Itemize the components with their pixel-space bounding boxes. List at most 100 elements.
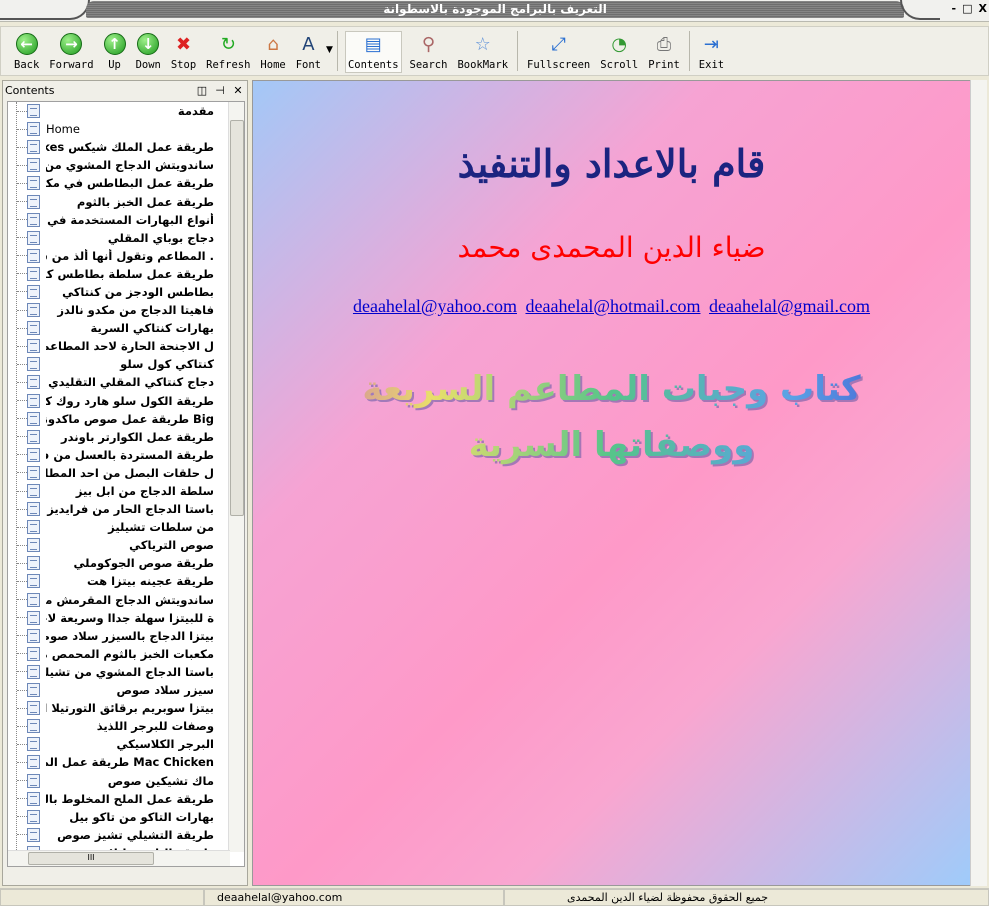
tree-item[interactable]: طريقة عمل البطاطس في مكدونلدز bbox=[8, 174, 244, 192]
document-icon bbox=[27, 773, 40, 788]
tree-item[interactable]: البرجر الكلاسيكي bbox=[8, 735, 244, 753]
tree-item-label: Mac Chicken طريقة عمل الماك تشيكن bbox=[46, 755, 214, 770]
search-button[interactable]: ⚲ Search bbox=[408, 31, 450, 73]
tree-item[interactable]: ساندويتش الدجاج المقرمش مع الجبن bbox=[8, 591, 244, 609]
tree-item[interactable]: بهارات التاكو من تاكو بيل bbox=[8, 808, 244, 826]
minimize-button[interactable]: - bbox=[952, 2, 957, 15]
tree-item[interactable]: من سلطات تشيليز bbox=[8, 518, 244, 536]
close-pane-button[interactable]: ✕ bbox=[229, 84, 247, 97]
arrow-up-icon: ↑ bbox=[103, 33, 126, 55]
email-link-gmail[interactable]: deaahelal@gmail.com bbox=[709, 296, 870, 316]
tree-item[interactable]: Home bbox=[8, 120, 244, 138]
font-dropdown-arrow-icon[interactable]: ▼ bbox=[326, 45, 333, 55]
tree-item-label: طريقة التشيلي تشيز صوص bbox=[57, 827, 214, 842]
document-icon bbox=[27, 248, 40, 263]
bookmark-button[interactable]: ☆ BookMark bbox=[455, 31, 510, 73]
tree-item-label: باستا الدجاج المشوي من تشيليز bbox=[46, 664, 214, 679]
document-icon bbox=[27, 628, 40, 643]
tree-item[interactable]: ماك تشيكين صوص bbox=[8, 771, 244, 789]
tree-item[interactable]: وصفات للبرجر اللذيذ bbox=[8, 717, 244, 735]
tree-item[interactable]: طريقة الكول سلو هارد روك كافيه bbox=[8, 392, 244, 410]
tree-item[interactable]: طريقة صوص الجوكوملي bbox=[8, 554, 244, 572]
tree-item[interactable]: فاهيتا الدجاج من مكدو نالدز bbox=[8, 301, 244, 319]
tree-item-label: طريقة عمل الخبز بالثوم bbox=[76, 194, 214, 209]
tree-item[interactable]: طريقة عمل الخبز بالثوم bbox=[8, 192, 244, 210]
tree-item[interactable]: بيتزا الدجاج بالسيزر سلاد صوص bbox=[8, 627, 244, 645]
document-icon bbox=[27, 176, 40, 191]
tree-item[interactable]: مكعبات الخبز بالثوم المحمص من بيتزاهت bbox=[8, 645, 244, 663]
back-button[interactable]: ← Back bbox=[12, 31, 41, 73]
tree-item[interactable]: مقدمة bbox=[8, 102, 244, 120]
content-scrollbar[interactable] bbox=[970, 80, 987, 886]
tree-item[interactable]: . المطاعم وتقول أنها ألذ من سلطة كنتاكي bbox=[8, 247, 244, 265]
tree-item[interactable]: باستا الدجاج المشوي من تشيليز bbox=[8, 663, 244, 681]
down-button[interactable]: ↓ Down bbox=[134, 31, 163, 73]
document-icon bbox=[27, 429, 40, 444]
email-link-yahoo[interactable]: deaahelal@yahoo.com bbox=[353, 296, 517, 316]
print-button[interactable]: ⎙ Print bbox=[646, 31, 682, 73]
tree-item-label: ل حلقات البصل من احد المطاعم المشهورة bbox=[46, 465, 214, 480]
tree-item[interactable]: بيتزا سوبريم برقائق التورتيلا المكسيكية bbox=[8, 699, 244, 717]
author-name: ضياء الدين المحمدى محمد bbox=[457, 231, 766, 264]
tree-item[interactable]: ة للبيتزا سهلة جداا وسريعة لاحد المطاعم bbox=[8, 609, 244, 627]
document-icon bbox=[27, 827, 40, 842]
tree-item[interactable]: ل حلقات البصل من احد المطاعم المشهورة bbox=[8, 464, 244, 482]
document-icon bbox=[27, 321, 40, 336]
home-button[interactable]: ⌂ Home bbox=[258, 31, 287, 73]
refresh-button[interactable]: ↻ Refresh bbox=[204, 31, 252, 73]
tree-item[interactable]: دجاج كنتاكي المقلي التقليدي bbox=[8, 373, 244, 391]
tree-item[interactable]: ل الاجنحة الحارة لاحد المطاعم المشهورة bbox=[8, 337, 244, 355]
tree-item[interactable]: طريقة عمل الملح المخلوط بالبهارات bbox=[8, 790, 244, 808]
contents-button[interactable]: ▤ Contents bbox=[344, 31, 402, 73]
pane-layout-button[interactable]: ◫ bbox=[193, 84, 211, 97]
arrow-down-icon: ↓ bbox=[137, 33, 160, 55]
tree-item[interactable]: ساندويتش الدجاج المشوي من مكدونلدز bbox=[8, 156, 244, 174]
maximize-button[interactable]: □ bbox=[962, 2, 972, 15]
vertical-scrollbar[interactable] bbox=[228, 102, 244, 852]
tree-item[interactable]: بهارات كنتاكي السرية bbox=[8, 319, 244, 337]
tree-item[interactable]: طريقة عمل الكوارتر باوندر bbox=[8, 428, 244, 446]
forward-button[interactable]: → Forward bbox=[47, 31, 95, 73]
stop-button[interactable]: ✖ Stop bbox=[169, 31, 198, 73]
scroll-button[interactable]: ◔ Scroll bbox=[598, 31, 640, 73]
tree-item[interactable]: صوص الترياكي bbox=[8, 536, 244, 554]
document-icon bbox=[27, 791, 40, 806]
horizontal-scrollbar[interactable]: III bbox=[8, 850, 230, 866]
up-button[interactable]: ↑ Up bbox=[102, 31, 128, 73]
email-link-hotmail[interactable]: deaahelal@hotmail.com bbox=[525, 296, 700, 316]
document-icon bbox=[27, 538, 40, 553]
document-icon bbox=[27, 502, 40, 517]
document-icon bbox=[27, 158, 40, 173]
tree-item[interactable]: سيزر سلاد صوص bbox=[8, 681, 244, 699]
document-icon bbox=[27, 303, 40, 318]
tree-item-label: طريقة المستردة بالعسل من فد ركرز bbox=[46, 447, 214, 462]
exit-button[interactable]: ⇥ Exit bbox=[697, 31, 726, 73]
window-title: التعريف بالبرامج الموجودة بالاسطوانة bbox=[86, 1, 904, 18]
tree-item[interactable]: باستا الدجاج الحار من فرايديز bbox=[8, 500, 244, 518]
pin-icon[interactable]: ⊣ bbox=[211, 84, 229, 97]
tree-item[interactable]: طريقة عمل الملك شيكس Milkshakes bbox=[8, 138, 244, 156]
document-icon bbox=[27, 664, 40, 679]
tree-item[interactable]: Big طريقة عمل صوص ماكدونلدز بج ماك bbox=[8, 410, 244, 428]
tree-item[interactable]: Mac Chicken طريقة عمل الماك تشيكن bbox=[8, 753, 244, 771]
fullscreen-button[interactable]: ⤢ Fullscreen bbox=[525, 31, 592, 73]
tree-item[interactable]: دجاج بوباي المقلي bbox=[8, 229, 244, 247]
document-icon bbox=[27, 556, 40, 571]
tree-item[interactable]: بطاطس الودجز من كنتاكي bbox=[8, 283, 244, 301]
tree-item[interactable]: أنواع البهارات المستخدمة في قلي الدجاج bbox=[8, 211, 244, 229]
refresh-icon: ↻ bbox=[220, 33, 236, 55]
tree-item[interactable]: طريقة التشيلي تشيز صوص bbox=[8, 826, 244, 844]
tree-item[interactable]: طريقة عجينه بيتزا هت bbox=[8, 572, 244, 590]
tree-item[interactable]: كنتاكي كول سلو bbox=[8, 355, 244, 373]
scroll-thumb[interactable]: III bbox=[28, 852, 154, 865]
document-icon bbox=[27, 574, 40, 589]
font-button[interactable]: A Font bbox=[294, 31, 323, 73]
close-button[interactable]: X bbox=[979, 2, 987, 15]
tree-item[interactable]: طريقة المستردة بالعسل من فد ركرز bbox=[8, 446, 244, 464]
tree-item[interactable]: طريقة عمل سلطة بطاطس كنتاكي bbox=[8, 265, 244, 283]
tree-item-label: باستا الدجاج الحار من فرايديز bbox=[47, 502, 214, 517]
document-icon bbox=[27, 737, 40, 752]
tree-item[interactable]: سلطة الدجاج من ابل بيز bbox=[8, 482, 244, 500]
document-icon bbox=[27, 465, 40, 480]
scroll-thumb[interactable] bbox=[230, 120, 244, 516]
